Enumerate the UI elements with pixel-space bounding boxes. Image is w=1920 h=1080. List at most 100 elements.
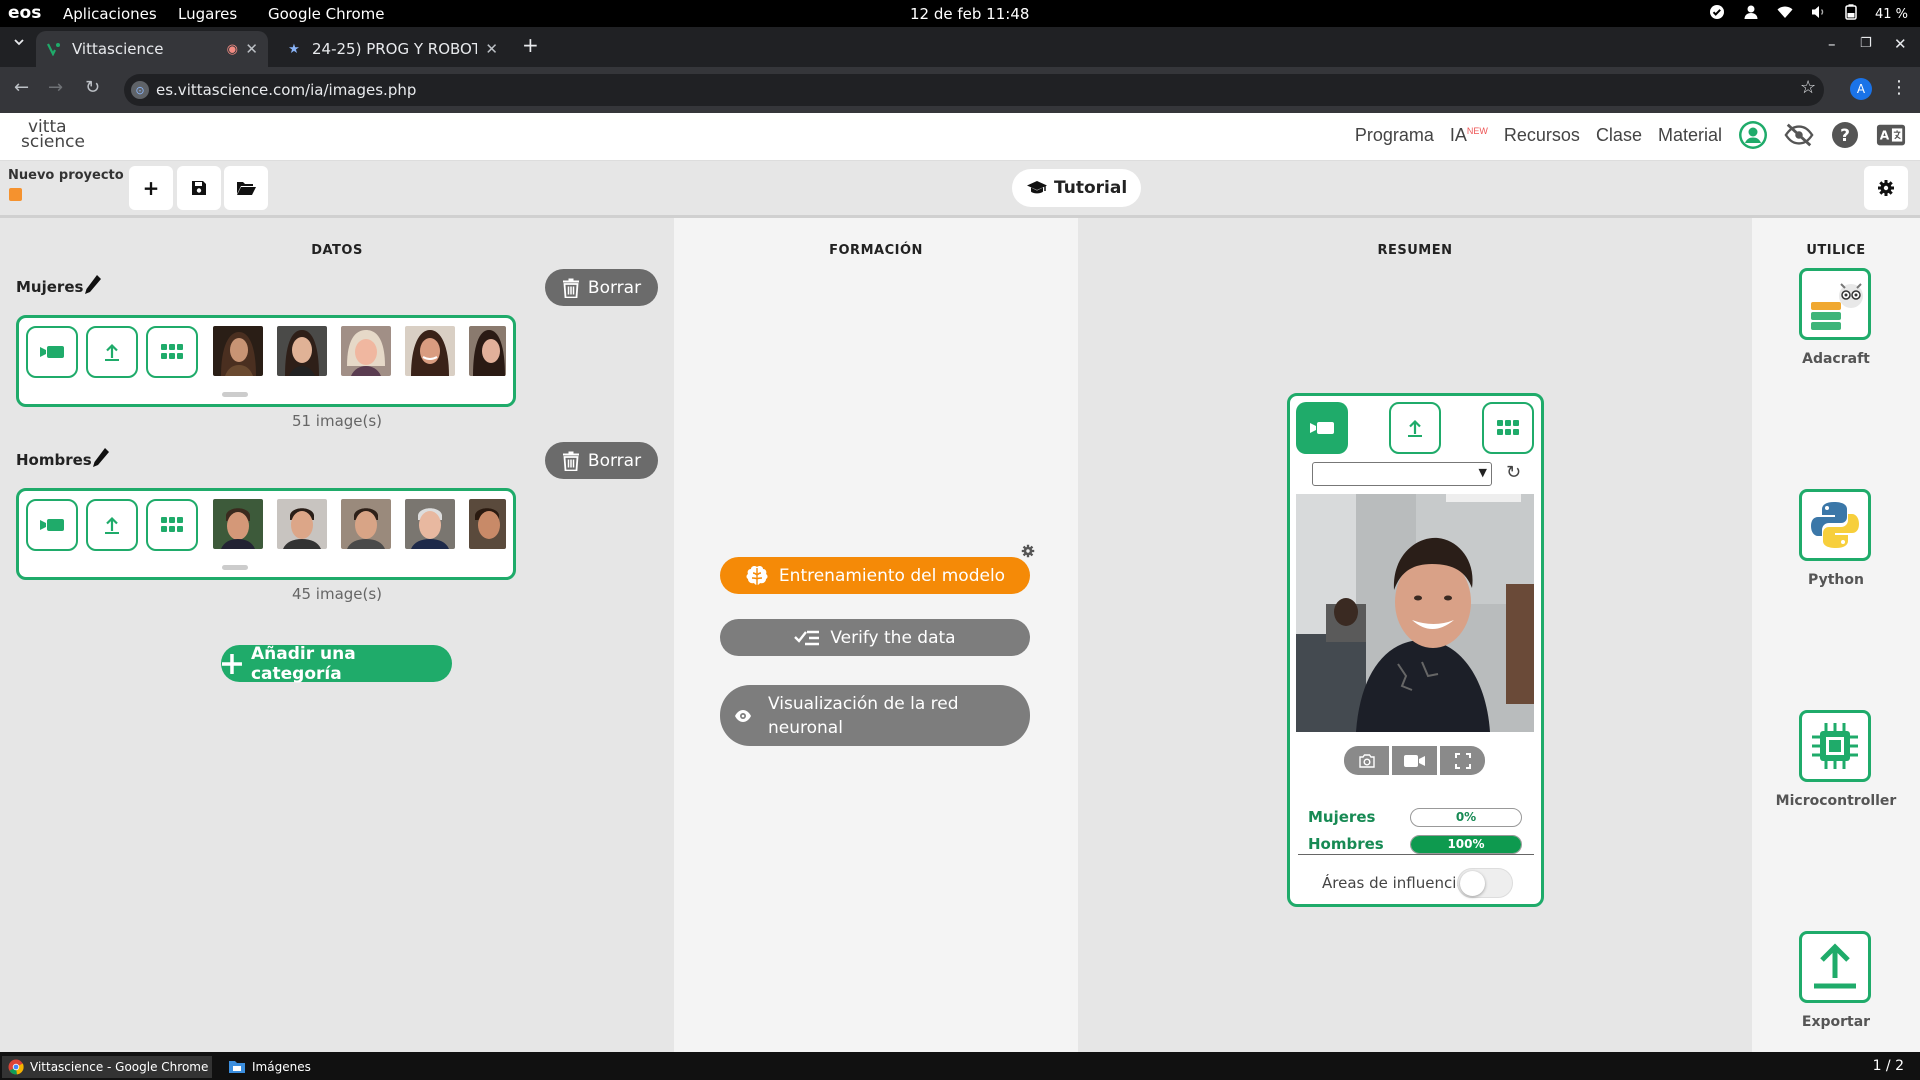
tab-vittascience[interactable]: Vittascience ◉ ✕	[36, 31, 268, 67]
tutorial-button[interactable]: Tutorial	[1012, 169, 1142, 207]
adacraft-tile[interactable]	[1799, 268, 1871, 340]
tab-prog-y-robot[interactable]: ★ 24-25) PROG Y ROBOT 3 ✕	[276, 31, 508, 67]
microcontroller-tile[interactable]	[1799, 710, 1871, 782]
delete-category-button[interactable]: Borrar	[545, 269, 658, 306]
python-label[interactable]: Python	[1752, 572, 1920, 588]
image-thumbnail[interactable]	[469, 499, 506, 549]
translate-icon[interactable]: A	[1876, 120, 1906, 150]
reload-icon[interactable]: ↻	[85, 77, 100, 98]
close-tab-icon[interactable]: ✕	[485, 40, 498, 58]
nav-ia[interactable]: IANEW	[1450, 125, 1488, 146]
browser-toolbar: ← → ↻ ⊙ es.vittascience.com/ia/images.ph…	[0, 67, 1920, 113]
eye-slash-icon[interactable]	[1784, 120, 1814, 150]
user-icon[interactable]	[1743, 4, 1759, 24]
wifi-icon[interactable]	[1777, 5, 1793, 23]
tab-search-chevron-icon[interactable]	[12, 35, 26, 53]
influence-areas-toggle[interactable]	[1457, 868, 1513, 898]
os-menu-lugares[interactable]: Lugares	[178, 5, 237, 23]
preview-gallery-button[interactable]	[1482, 402, 1534, 454]
preview-upload-button[interactable]	[1389, 402, 1441, 454]
image-thumbnail[interactable]	[405, 499, 455, 549]
microchip-icon	[1812, 723, 1858, 769]
horizontal-scroll-handle[interactable]	[222, 565, 248, 570]
nav-material[interactable]: Material	[1658, 125, 1722, 146]
battery-icon[interactable]	[1845, 4, 1857, 24]
nav-clase[interactable]: Clase	[1596, 125, 1642, 146]
minimize-icon[interactable]: –	[1828, 35, 1836, 53]
user-account-icon[interactable]	[1738, 120, 1768, 150]
taskbar-chrome-window[interactable]: Vittascience - Google Chrome	[2, 1056, 212, 1078]
image-thumbnail[interactable]	[341, 499, 391, 549]
forward-arrow-icon[interactable]: →	[48, 77, 63, 98]
horizontal-scroll-handle[interactable]	[222, 392, 248, 397]
webcam-source-button[interactable]	[26, 326, 78, 378]
workspace-indicator[interactable]: 1 / 2	[1873, 1058, 1904, 1074]
chrome-menu-icon[interactable]: ⋮	[1890, 77, 1908, 98]
site-info-icon[interactable]: ⊙	[131, 81, 149, 99]
capture-photo-button[interactable]	[1344, 746, 1389, 775]
image-thumbnail[interactable]	[277, 326, 327, 376]
new-project-button[interactable]: +	[129, 166, 173, 210]
category-name-mujeres[interactable]: Mujeres	[16, 278, 83, 296]
training-settings-gear-icon[interactable]	[1021, 544, 1035, 562]
volume-icon[interactable]	[1811, 5, 1827, 23]
adacraft-label[interactable]: Adacraft	[1752, 351, 1920, 367]
check-circle-icon[interactable]	[1709, 4, 1725, 24]
close-window-icon[interactable]: ✕	[1894, 35, 1907, 53]
image-thumbnail[interactable]	[469, 326, 506, 376]
train-model-button[interactable]: Entrenamiento del modelo	[720, 557, 1030, 594]
image-thumbnail[interactable]	[405, 326, 455, 376]
save-project-button[interactable]	[177, 166, 221, 210]
close-tab-icon[interactable]: ✕	[245, 40, 258, 58]
os-menu-aplicaciones[interactable]: Aplicaciones	[63, 5, 157, 23]
video-camera-icon	[1310, 422, 1334, 434]
profile-avatar[interactable]: A	[1850, 78, 1872, 100]
upload-source-button[interactable]	[86, 326, 138, 378]
python-tile[interactable]	[1799, 489, 1871, 561]
nav-recursos[interactable]: Recursos	[1504, 125, 1580, 146]
open-project-button[interactable]	[224, 166, 268, 210]
add-category-button[interactable]: Añadir una categoría	[221, 644, 452, 684]
bookmark-star-icon[interactable]: ☆	[1800, 77, 1816, 98]
vittascience-logo[interactable]: vitta science	[18, 119, 98, 151]
visualize-network-button[interactable]: Visualización de la red neuronal	[720, 685, 1030, 746]
image-thumbnail[interactable]	[341, 326, 391, 376]
image-thumbnail[interactable]	[213, 499, 263, 549]
help-icon[interactable]: ?	[1830, 120, 1860, 150]
settings-button[interactable]	[1864, 166, 1908, 210]
webcam-source-button[interactable]	[26, 499, 78, 551]
battery-percent[interactable]: 41 %	[1875, 7, 1908, 22]
toggle-knob[interactable]	[1460, 871, 1485, 896]
image-thumbnail[interactable]	[277, 499, 327, 549]
os-menu-google-chrome[interactable]: Google Chrome	[268, 5, 385, 23]
influence-areas-label: Áreas de influencia	[1322, 874, 1466, 892]
record-video-button[interactable]	[1392, 746, 1437, 775]
os-logo[interactable]: eos	[8, 3, 41, 23]
delete-category-button[interactable]: Borrar	[545, 442, 658, 479]
category-name-hombres[interactable]: Hombres	[16, 451, 92, 469]
pencil-icon[interactable]	[84, 274, 102, 301]
os-clock[interactable]: 12 de feb 11:48	[910, 5, 1029, 23]
new-tab-icon[interactable]: +	[522, 33, 539, 57]
taskbar-files-window[interactable]: Imágenes	[222, 1056, 362, 1078]
nav-programa[interactable]: Programa	[1355, 125, 1434, 146]
upload-source-button[interactable]	[86, 499, 138, 551]
refresh-icon[interactable]: ↻	[1506, 462, 1521, 483]
gallery-source-button[interactable]	[146, 499, 198, 551]
restore-icon[interactable]: ❐	[1860, 36, 1872, 51]
preview-webcam-button[interactable]	[1296, 402, 1348, 454]
export-label[interactable]: Exportar	[1752, 1014, 1920, 1030]
fullscreen-button[interactable]	[1440, 746, 1485, 775]
export-tile[interactable]	[1799, 931, 1871, 1003]
camera-select[interactable]: ▼	[1312, 462, 1492, 486]
gallery-source-button[interactable]	[146, 326, 198, 378]
image-thumbnail[interactable]	[213, 326, 263, 376]
address-bar[interactable]: ⊙ es.vittascience.com/ia/images.php	[124, 74, 1824, 106]
system-tray[interactable]: 41 %	[1709, 4, 1908, 24]
back-arrow-icon[interactable]: ←	[14, 77, 29, 98]
project-name[interactable]: Nuevo proyecto	[8, 168, 124, 183]
microcontroller-label[interactable]: Microcontroller	[1752, 793, 1920, 809]
url-text[interactable]: es.vittascience.com/ia/images.php	[156, 81, 416, 99]
verify-data-button[interactable]: Verify the data	[720, 619, 1030, 656]
pencil-icon[interactable]	[92, 447, 110, 474]
